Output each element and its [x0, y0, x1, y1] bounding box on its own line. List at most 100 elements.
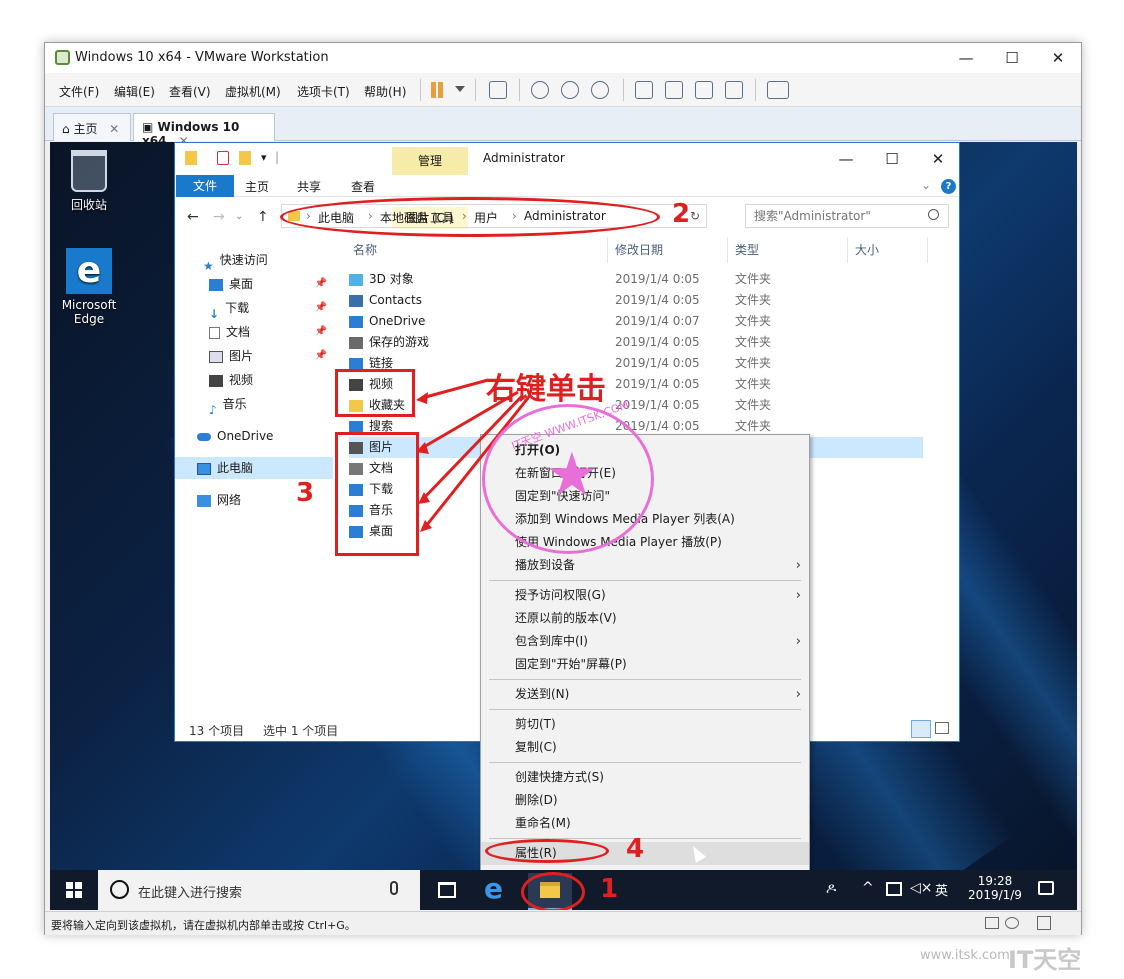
- context-menu-item[interactable]: 删除(D): [481, 789, 809, 812]
- library-icon[interactable]: [635, 81, 653, 99]
- close-icon[interactable]: ✕: [109, 122, 119, 136]
- menu-view[interactable]: 查看(V): [169, 83, 211, 100]
- context-menu-item[interactable]: 还原以前的版本(V): [481, 607, 809, 630]
- action-center-icon[interactable]: [1038, 881, 1054, 895]
- column-separator[interactable]: [607, 237, 608, 263]
- tab-view[interactable]: 查看: [351, 178, 375, 195]
- tab-windows10[interactable]: ▣ Windows 10 x64 ✕: [133, 113, 275, 148]
- tab-file[interactable]: 文件: [176, 175, 234, 197]
- hdd-icon[interactable]: [985, 917, 999, 929]
- send-ctrl-alt-del-icon[interactable]: [489, 81, 507, 99]
- search-input[interactable]: [746, 205, 916, 227]
- column-separator[interactable]: [727, 237, 728, 263]
- desktop-icon-edge[interactable]: e Microsoft Edge: [54, 248, 124, 326]
- task-view-icon[interactable]: [438, 882, 456, 898]
- properties-icon[interactable]: [217, 151, 229, 165]
- tab-manage[interactable]: 管理: [392, 147, 468, 175]
- cd-icon[interactable]: [1005, 917, 1019, 929]
- explorer-close-button[interactable]: ✕: [915, 143, 961, 175]
- nav-documents[interactable]: 文档 📌: [175, 321, 333, 343]
- desktop-icon-recycle-bin[interactable]: 回收站: [54, 150, 124, 213]
- nav-downloads[interactable]: ↓ 下载 📌: [175, 297, 333, 321]
- minimize-button[interactable]: —: [943, 43, 989, 73]
- nav-this-pc[interactable]: 此电脑: [175, 457, 333, 479]
- ime-indicator[interactable]: 英: [935, 880, 948, 899]
- snapshot-icon[interactable]: [531, 81, 549, 99]
- pin-icon[interactable]: 📌: [315, 345, 327, 367]
- menu-vm[interactable]: 虚拟机(M): [225, 83, 281, 100]
- explorer-minimize-button[interactable]: —: [823, 143, 869, 175]
- people-icon[interactable]: ዶ: [826, 881, 836, 897]
- large-icons-view-icon[interactable]: [935, 722, 949, 734]
- context-menu-item[interactable]: 播放到设备 ›: [481, 554, 809, 577]
- context-menu-item[interactable]: 复制(C): [481, 736, 809, 759]
- help-icon[interactable]: ?: [941, 179, 956, 194]
- edge-taskbar-icon[interactable]: e: [484, 872, 503, 905]
- nav-onedrive[interactable]: OneDrive: [175, 425, 333, 447]
- details-view-icon[interactable]: [911, 720, 931, 738]
- fullscreen-icon[interactable]: [695, 81, 713, 99]
- pause-icon[interactable]: [431, 82, 436, 98]
- pin-icon[interactable]: 📌: [315, 297, 327, 319]
- search-icon[interactable]: [928, 209, 939, 220]
- nav-quick-access[interactable]: ★ 快速访问: [175, 249, 333, 273]
- column-date[interactable]: 修改日期: [615, 241, 663, 258]
- context-menu-item[interactable]: 固定到"开始"屏幕(P): [481, 653, 809, 676]
- context-menu-item[interactable]: 授予访问权限(G) ›: [481, 584, 809, 607]
- taskbar-search[interactable]: 在此键入进行搜索: [98, 870, 420, 910]
- tab-home[interactable]: 主页: [245, 178, 269, 195]
- message-icon[interactable]: [1037, 916, 1051, 930]
- revert-snapshot-icon[interactable]: [561, 81, 579, 99]
- explorer-maximize-button[interactable]: ☐: [869, 143, 915, 175]
- tab-home[interactable]: ⌂ 主页 ✕: [53, 113, 131, 141]
- nav-music[interactable]: ♪ 音乐: [175, 393, 333, 417]
- nav-desktop[interactable]: 桌面 📌: [175, 273, 333, 295]
- tab-share[interactable]: 共享: [297, 178, 321, 195]
- menu-file[interactable]: 文件(F): [59, 83, 99, 100]
- column-separator[interactable]: [847, 237, 848, 263]
- column-type[interactable]: 类型: [735, 241, 759, 258]
- console-view-icon[interactable]: [767, 81, 789, 99]
- start-button[interactable]: [66, 882, 82, 898]
- microphone-icon[interactable]: [390, 881, 398, 895]
- nav-videos[interactable]: 视频: [175, 369, 333, 391]
- context-menu-item[interactable]: 重命名(M): [481, 812, 809, 835]
- context-menu-item[interactable]: 发送到(N) ›: [481, 683, 809, 706]
- context-menu-item[interactable]: 创建快捷方式(S): [481, 766, 809, 789]
- thumbnail-bar-icon[interactable]: [665, 81, 683, 99]
- file-row[interactable]: 3D 对象 2019/1/4 0:05 文件夹: [349, 269, 923, 290]
- file-row[interactable]: OneDrive 2019/1/4 0:07 文件夹: [349, 311, 923, 332]
- context-menu-item[interactable]: 剪切(T): [481, 713, 809, 736]
- up-icon[interactable]: ↑: [257, 209, 269, 225]
- nav-pictures[interactable]: 图片 📌: [175, 345, 333, 367]
- refresh-icon[interactable]: ↻: [690, 209, 700, 223]
- menu-edit[interactable]: 编辑(E): [114, 83, 155, 100]
- pin-icon[interactable]: 📌: [315, 321, 327, 343]
- column-separator[interactable]: [927, 237, 928, 263]
- close-button[interactable]: ✕: [1035, 43, 1081, 73]
- menu-tabs[interactable]: 选项卡(T): [297, 83, 350, 100]
- column-name[interactable]: 名称: [353, 241, 377, 258]
- customize-quick-access-icon[interactable]: ▾: [261, 151, 267, 164]
- guest-desktop[interactable]: 回收站 e Microsoft Edge ▾ | 管理 Administrato…: [50, 142, 1077, 910]
- expand-ribbon-icon[interactable]: ⌄: [921, 178, 931, 192]
- search-box[interactable]: [745, 204, 949, 228]
- back-icon[interactable]: ←: [187, 209, 199, 225]
- chevron-down-icon[interactable]: [455, 86, 465, 92]
- file-row[interactable]: Contacts 2019/1/4 0:05 文件夹: [349, 290, 923, 311]
- new-folder-icon[interactable]: [239, 151, 251, 165]
- snapshot-manager-icon[interactable]: [591, 81, 609, 99]
- forward-icon[interactable]: →: [213, 209, 225, 225]
- unity-icon[interactable]: [725, 81, 743, 99]
- maximize-button[interactable]: ☐: [989, 43, 1035, 73]
- column-size[interactable]: 大小: [855, 241, 879, 258]
- network-tray-icon[interactable]: [886, 882, 902, 896]
- pin-icon[interactable]: 📌: [315, 273, 327, 295]
- file-row[interactable]: 保存的游戏 2019/1/4 0:05 文件夹: [349, 332, 923, 353]
- menu-help[interactable]: 帮助(H): [364, 83, 406, 100]
- context-menu-item[interactable]: 包含到库中(I) ›: [481, 630, 809, 653]
- chevron-up-icon[interactable]: ^: [862, 880, 874, 896]
- clock[interactable]: 19:28 2019/1/9: [964, 874, 1026, 902]
- volume-icon[interactable]: ◁×: [910, 880, 933, 896]
- recent-locations-icon[interactable]: ⌄: [235, 211, 243, 222]
